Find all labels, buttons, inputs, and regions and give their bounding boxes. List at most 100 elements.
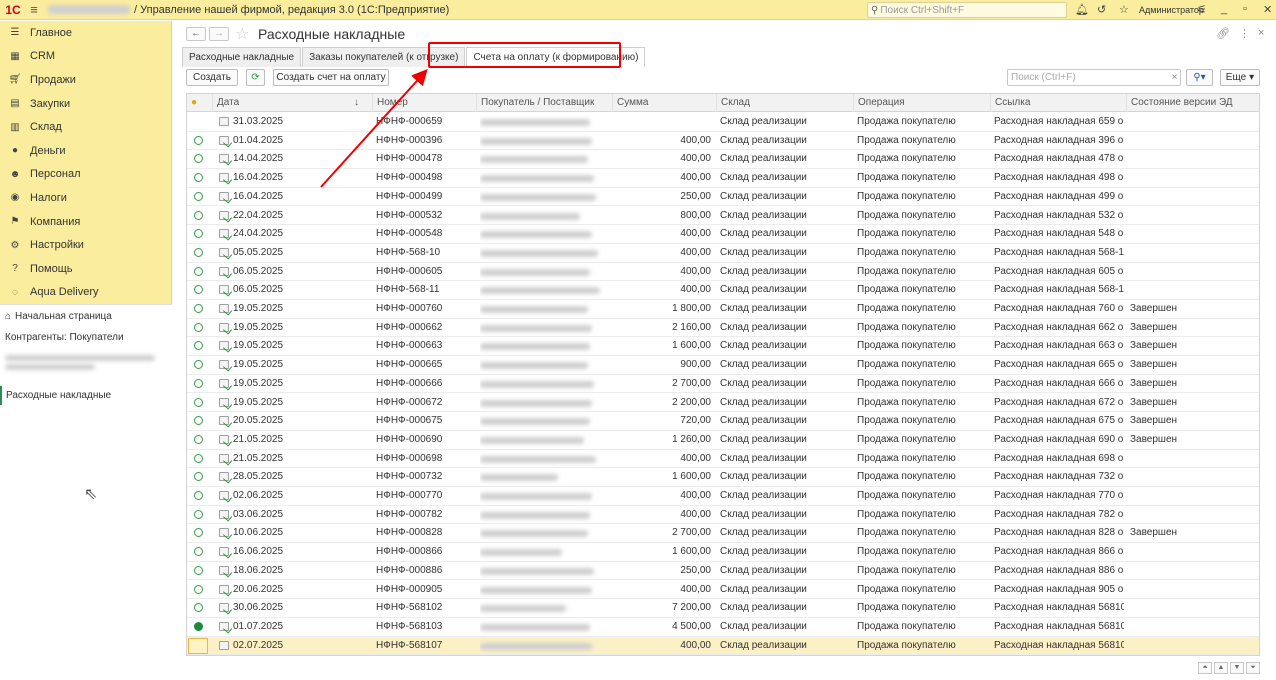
- history-icon[interactable]: ↺: [1097, 3, 1106, 16]
- table-row[interactable]: 06.05.2025 НФНФ-568-11 400,00 Склад реализа…: [187, 281, 1259, 300]
- tab-payment-invoices[interactable]: Счета на оплату (к формированию): [466, 47, 646, 67]
- table-row[interactable]: 19.05.2025 НФНФ-000672 2 200,00 Склад реали…: [187, 394, 1259, 413]
- cell-contractor-blurred: [480, 450, 610, 468]
- header-number[interactable]: Номер: [372, 94, 476, 112]
- favorite-star-icon[interactable]: ☆: [1119, 3, 1129, 16]
- scroll-down-icon[interactable]: ▼: [1230, 662, 1244, 674]
- table-row[interactable]: 21.05.2025 НФНФ-000698 400,00 Склад реализа…: [187, 450, 1259, 469]
- header-date[interactable]: Дата ↓: [212, 94, 372, 112]
- history-current[interactable]: Расходные накладные: [0, 386, 172, 405]
- table-row[interactable]: 28.05.2025 НФНФ-000732 1 600,00 Склад реали…: [187, 468, 1259, 487]
- header-sum[interactable]: Сумма: [612, 94, 716, 112]
- cell-link: Расходная накладная 605 о...: [994, 265, 1124, 277]
- table-row[interactable]: 19.05.2025 НФНФ-000663 1 600,00 Склад реали…: [187, 337, 1259, 357]
- scroll-up-icon[interactable]: ▲: [1214, 662, 1228, 674]
- cell-sum: 2 700,00: [672, 377, 711, 389]
- table-row[interactable]: 14.04.2025 НФНФ-000478 400,00 Склад реализа…: [187, 150, 1259, 170]
- sidebar-item-4[interactable]: ▤ Закупки: [0, 92, 171, 116]
- status-icon: [194, 397, 203, 407]
- cell-warehouse: Склад реализации: [720, 116, 807, 127]
- table-row[interactable]: 31.03.2025 НФНФ-000659 Склад реализации Про…: [187, 113, 1259, 132]
- cell-link: Расходная накладная 56810...: [994, 620, 1124, 632]
- global-search-input[interactable]: ⚲ Поиск Ctrl+Shift+F: [867, 2, 1067, 18]
- table-row[interactable]: 16.04.2025 НФНФ-000498 400,00 Склад реализа…: [187, 169, 1259, 188]
- sidebar-item-9[interactable]: ⚑ Компания: [0, 210, 171, 234]
- table-row[interactable]: 22.04.2025 НФНФ-000532 800,00 Склад реализа…: [187, 207, 1259, 226]
- sidebar-item-7[interactable]: ☻ Персонал: [0, 163, 171, 187]
- tab-sales-invoices[interactable]: Расходные накладные: [182, 47, 302, 67]
- create-invoice-button[interactable]: Создать счет на оплату: [273, 69, 389, 86]
- cell-date: 01.04.2025: [233, 134, 284, 146]
- table-row[interactable]: 19.05.2025 НФНФ-000760 1 800,00 Склад реали…: [187, 300, 1259, 319]
- table-row[interactable]: 19.05.2025 НФНФ-000666 2 700,00 Склад реали…: [187, 375, 1259, 394]
- close-window-icon[interactable]: ✕: [1263, 3, 1272, 16]
- current-user[interactable]: Администратор: [1139, 5, 1204, 15]
- table-row[interactable]: 03.06.2025 НФНФ-000782 400,00 Склад реализа…: [187, 506, 1259, 525]
- history-contractors[interactable]: Контрагенты: Покупатели: [0, 328, 172, 347]
- sidebar-item-10[interactable]: ⚙ Настройки: [0, 233, 171, 257]
- table-row[interactable]: 01.04.2025 НФНФ-000396 400,00 Склад реализа…: [187, 132, 1259, 151]
- table-row[interactable]: 01.07.2025 НФНФ-568103 4 500,00 Склад реали…: [187, 618, 1259, 637]
- create-button[interactable]: Создать: [186, 69, 238, 86]
- cell-ed-state: [1130, 169, 1258, 187]
- cell-sum: 400,00: [680, 246, 711, 258]
- main-menu-icon[interactable]: ≡: [26, 2, 42, 17]
- table-row[interactable]: 21.05.2025 НФНФ-000690 1 260,00 Склад реали…: [187, 431, 1259, 450]
- cell-date: 18.06.2025: [233, 564, 284, 576]
- sidebar-item-8[interactable]: ◉ Налоги: [0, 186, 171, 210]
- header-operation[interactable]: Операция: [853, 94, 990, 112]
- more-button[interactable]: Еще ▾: [1220, 69, 1260, 86]
- scroll-top-icon[interactable]: ⏶: [1198, 662, 1212, 674]
- table-row[interactable]: 30.06.2025 НФНФ-568102 7 200,00 Склад реали…: [187, 599, 1259, 618]
- cell-date: 19.05.2025: [233, 377, 284, 389]
- table-row[interactable]: 18.06.2025 НФНФ-000886 250,00 Склад реализа…: [187, 562, 1259, 581]
- sidebar-item-1[interactable]: ☰ Главное: [0, 21, 171, 45]
- sidebar-item-5[interactable]: ▥ Склад: [0, 115, 171, 139]
- document-icon: [219, 584, 229, 594]
- table-row[interactable]: 20.05.2025 НФНФ-000675 720,00 Склад реализа…: [187, 412, 1259, 431]
- favorite-star-icon[interactable]: ☆: [235, 24, 249, 44]
- restore-icon[interactable]: ▫: [1243, 3, 1247, 15]
- search-options-button[interactable]: ⚲▾: [1186, 69, 1213, 86]
- cell-warehouse: Склад реализации: [720, 508, 807, 520]
- scroll-bottom-icon[interactable]: ⏷: [1246, 662, 1260, 674]
- table-row[interactable]: 20.06.2025 НФНФ-000905 400,00 Склад реализа…: [187, 581, 1259, 600]
- header-contractor[interactable]: Покупатель / Поставщик: [476, 94, 612, 112]
- cell-contractor-blurred: [480, 300, 610, 318]
- list-search-input[interactable]: Поиск (Ctrl+F): [1007, 69, 1181, 86]
- table-row[interactable]: 02.07.2025 НФНФ-568107 400,00 Склад реализа…: [187, 636, 1259, 655]
- sidebar-item-2[interactable]: ▦ CRM: [0, 45, 171, 69]
- table-row[interactable]: 24.04.2025 НФНФ-000548 400,00 Склад реализа…: [187, 225, 1259, 244]
- table-row[interactable]: 16.04.2025 НФНФ-000499 250,00 Склад реализа…: [187, 188, 1259, 207]
- header-ed-state[interactable]: Состояние версии ЭД: [1126, 94, 1259, 112]
- close-form-icon[interactable]: ×: [1258, 27, 1264, 39]
- cell-ed-state: [1130, 244, 1258, 262]
- table-row[interactable]: 06.05.2025 НФНФ-000605 400,00 Склад реализа…: [187, 263, 1259, 282]
- table-row[interactable]: 02.06.2025 НФНФ-000770 400,00 Склад реализа…: [187, 487, 1259, 506]
- refresh-icon[interactable]: ⟳: [246, 69, 265, 86]
- more-vertical-icon[interactable]: ⋮: [1239, 27, 1250, 40]
- table-row[interactable]: 19.05.2025 НФНФ-000665 900,00 Склад реализа…: [187, 356, 1259, 375]
- minimize-icon[interactable]: _: [1221, 3, 1227, 15]
- clear-search-icon[interactable]: ×: [1168, 69, 1181, 86]
- sidebar-item-label: Главное: [30, 26, 73, 39]
- history-home[interactable]: ⌂ Начальная страница: [0, 305, 172, 326]
- forward-button[interactable]: →: [209, 27, 229, 41]
- table-row[interactable]: 19.05.2025 НФНФ-000662 2 160,00 Склад реали…: [187, 319, 1259, 338]
- settings-menu-icon[interactable]: ⚟: [1197, 3, 1207, 16]
- tab-customer-orders[interactable]: Заказы покупателей (к отгрузке): [302, 47, 466, 67]
- back-button[interactable]: ←: [186, 27, 206, 41]
- table-row[interactable]: 16.06.2025 НФНФ-000866 1 600,00 Склад реали…: [187, 543, 1259, 562]
- history-blurred-item[interactable]: [0, 351, 172, 374]
- sidebar-item-12[interactable]: ◌ Aqua Delivery: [0, 281, 171, 305]
- table-row[interactable]: 10.06.2025 НФНФ-000828 2 700,00 Склад реали…: [187, 524, 1259, 544]
- table-row[interactable]: 05.05.2025 НФНФ-568-10 400,00 Склад реализа…: [187, 244, 1259, 263]
- document-icon: [219, 117, 229, 126]
- sidebar-item-3[interactable]: 🛒︎ Продажи: [0, 68, 171, 92]
- link-icon[interactable]: 🔗︎: [1216, 27, 1230, 40]
- sidebar-item-11[interactable]: ? Помощь: [0, 257, 171, 281]
- bell-icon[interactable]: 🔔︎: [1075, 3, 1089, 16]
- header-link[interactable]: Ссылка: [990, 94, 1126, 112]
- sidebar-item-6[interactable]: ● Деньги: [0, 139, 171, 163]
- header-warehouse[interactable]: Склад: [716, 94, 853, 112]
